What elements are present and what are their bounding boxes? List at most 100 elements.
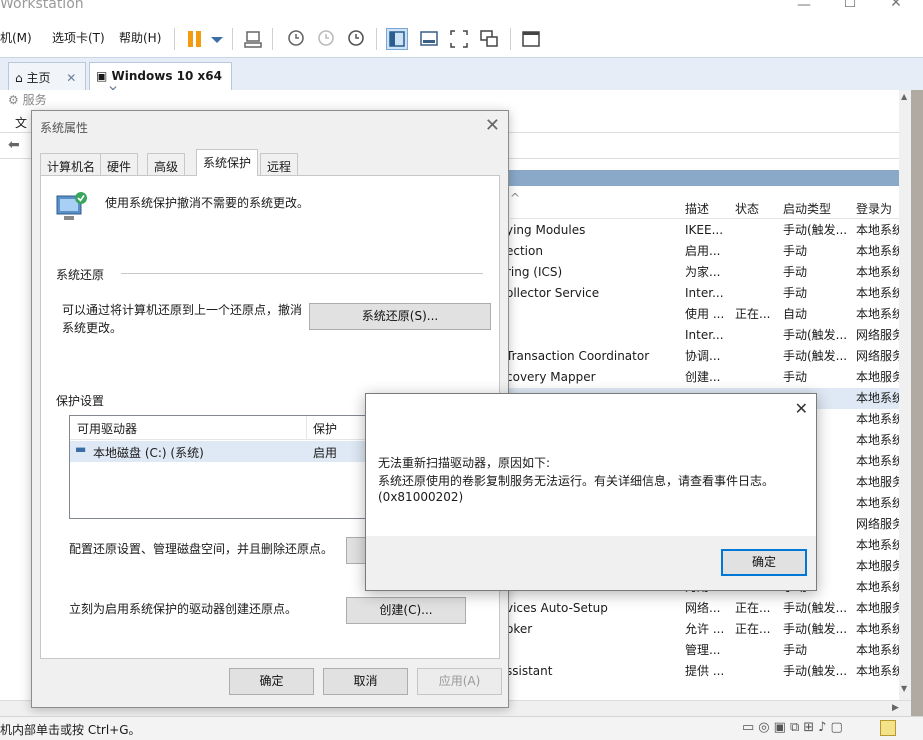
vertical-scrollbar[interactable]: ▲ ▼: [899, 90, 911, 700]
snapshot-icon[interactable]: [284, 28, 306, 50]
col-description[interactable]: 描述: [685, 200, 709, 217]
table-cell-status: 正在...: [735, 307, 771, 321]
table-cell-desc: IKEE...: [685, 223, 724, 237]
col-status[interactable]: 状态: [735, 200, 759, 217]
table-cell-logon: 本地服务: [856, 370, 899, 384]
table-row[interactable]: Transaction Coordinator 协调... 手动(触发... 网络服务: [506, 346, 899, 367]
cancel-button[interactable]: 取消: [323, 668, 408, 695]
table-cell-startup: 手动(触发...: [783, 223, 848, 237]
table-row[interactable]: oker 允许 ... 正在... 手动(触发... 本地系统: [506, 619, 899, 640]
table-row[interactable]: ollector Service Inter... 手动 本地系统: [506, 283, 899, 304]
table-cell-logon: 本地系统: [856, 643, 899, 657]
system-protection-icon: [55, 190, 89, 227]
table-cell-desc: 使用 ...: [685, 307, 725, 321]
table-cell-startup: 手动: [783, 643, 808, 657]
create-button[interactable]: 创建(C)...: [346, 597, 466, 624]
floppy-icon[interactable]: ▣: [774, 720, 790, 735]
apply-button[interactable]: 应用(A): [417, 668, 502, 695]
table-cell-startup: 手动: [783, 286, 808, 300]
drive-list[interactable]: 可用驱动器 保护 ▬ 本地磁盘 (C:) (系统) 启用: [69, 415, 369, 519]
usb-icon[interactable]: ⊞: [803, 720, 818, 735]
drive-name: 本地磁盘 (C:) (系统): [93, 446, 204, 460]
table-row[interactable]: covery Mapper 创建... 手动 本地服务: [506, 367, 899, 388]
status-hint: 机内部单击或按 Ctrl+G。: [0, 723, 141, 737]
tab-windows10[interactable]: ▣ Windows 10 x64 ✕: [89, 62, 232, 97]
col-drives[interactable]: 可用驱动器: [77, 420, 137, 437]
back-arrow-icon[interactable]: ⬅: [8, 137, 20, 153]
table-cell-desc: 启用...: [685, 244, 721, 258]
table-cell-logon: 本地系统: [856, 412, 899, 426]
table-row[interactable]: ssistant 提供 ... 手动(触发... 本地系统: [506, 661, 899, 682]
table-row[interactable]: Inter... 手动(触发... 网络服务: [506, 325, 899, 346]
harddisk-icon[interactable]: ▭: [742, 720, 758, 735]
close-icon[interactable]: ✕: [66, 71, 76, 85]
scroll-down-icon[interactable]: ▼: [901, 684, 907, 693]
message-log-icon[interactable]: [880, 720, 896, 736]
cdrom-icon[interactable]: ◎: [758, 720, 773, 735]
table-row[interactable]: 使用 ... 正在... 自动 本地系统: [506, 304, 899, 325]
maximize-icon[interactable]: ☐: [828, 0, 872, 20]
divider: [306, 416, 307, 440]
close-icon[interactable]: ✕: [874, 0, 918, 20]
network-icon[interactable]: ⧉: [790, 720, 803, 735]
device-icons[interactable]: ▭◎▣⧉⊞♪▢: [742, 720, 847, 735]
table-cell-logon: 本地系统: [856, 664, 899, 678]
config-description: 配置还原设置、管理磁盘空间，并且删除还原点。: [69, 542, 334, 556]
tab-computer-name[interactable]: 计算机名: [40, 153, 103, 175]
tab-remote[interactable]: 远程: [260, 153, 299, 175]
tab-advanced[interactable]: 高级: [147, 153, 186, 175]
table-cell-logon: 本地系统: [856, 391, 899, 405]
col-logon[interactable]: 登录为: [856, 200, 892, 217]
menu-tabs[interactable]: 选项卡(T): [52, 29, 105, 46]
tab-system-protection[interactable]: 系统保护: [196, 149, 259, 176]
scroll-up-icon[interactable]: ▲: [901, 92, 907, 101]
table-row[interactable]: ection 启用... 手动 本地系统: [506, 241, 899, 262]
send-keys-icon[interactable]: [242, 28, 264, 50]
table-cell-startup: 手动(触发...: [783, 664, 848, 678]
menu-help[interactable]: 帮助(H): [119, 29, 161, 46]
table-cell-logon: 本地服务: [856, 475, 899, 489]
toolbar-separator: [272, 28, 273, 50]
table-cell-name: ring (ICS): [506, 265, 563, 279]
chevron-down-icon[interactable]: [206, 28, 228, 50]
table-cell-logon: 本地系统: [856, 538, 899, 552]
menu-vm[interactable]: 机(M): [0, 29, 32, 46]
error-code: (0x81000202): [378, 490, 464, 504]
minimize-icon[interactable]: —: [782, 0, 826, 22]
tab-hardware[interactable]: 硬件: [100, 153, 139, 175]
ok-button[interactable]: 确定: [721, 549, 807, 576]
services-menu-file[interactable]: 文: [15, 114, 27, 131]
fullscreen-icon[interactable]: [448, 28, 470, 50]
table-cell-startup: 手动(触发...: [783, 328, 848, 342]
console-view-icon[interactable]: [418, 28, 440, 50]
revert-snapshot-icon[interactable]: [314, 28, 336, 50]
table-cell-logon: 网络服务: [856, 349, 899, 363]
table-row[interactable]: 管理... 手动 本地系统: [506, 640, 899, 661]
table-row[interactable]: ring (ICS) 为家... 手动 本地系统: [506, 262, 899, 283]
table-cell-name: Transaction Coordinator: [506, 349, 650, 363]
table-row[interactable]: ying Modules IKEE... 手动(触发... 本地系统: [506, 220, 899, 241]
close-icon[interactable]: ✕: [485, 115, 500, 136]
display-icon[interactable]: ▢: [830, 720, 846, 735]
library-icon[interactable]: [520, 28, 542, 50]
sound-icon[interactable]: ♪: [818, 720, 830, 735]
sidebar-view-icon[interactable]: [386, 28, 408, 50]
table-cell-logon: 本地系统: [856, 286, 899, 300]
table-cell-startup: 自动: [783, 307, 808, 321]
close-icon[interactable]: ✕: [795, 399, 808, 418]
tab-home[interactable]: ⌂ 主页 ✕: [8, 62, 86, 90]
scroll-right-icon[interactable]: ▶: [892, 703, 899, 713]
list-item[interactable]: ▬ 本地磁盘 (C:) (系统) 启用: [70, 441, 368, 462]
pause-icon[interactable]: [184, 28, 206, 50]
system-restore-button[interactable]: 系统还原(S)...: [309, 303, 491, 330]
create-description: 立刻为启用系统保护的驱动器创建还原点。: [69, 602, 298, 616]
snapshot-manager-icon[interactable]: [344, 28, 366, 50]
ok-button[interactable]: 确定: [229, 668, 314, 695]
col-startup[interactable]: 启动类型: [783, 200, 831, 217]
table-cell-desc: 协调...: [685, 349, 721, 363]
toolbar-separator: [232, 28, 233, 50]
restore-description-line1: 可以通过将计算机还原到上一个还原点，撤消: [62, 303, 303, 317]
unity-icon[interactable]: [478, 28, 500, 50]
table-row[interactable]: vices Auto-Setup 网络... 正在... 手动(触发... 本地服务: [506, 598, 899, 619]
col-protection[interactable]: 保护: [313, 420, 337, 437]
